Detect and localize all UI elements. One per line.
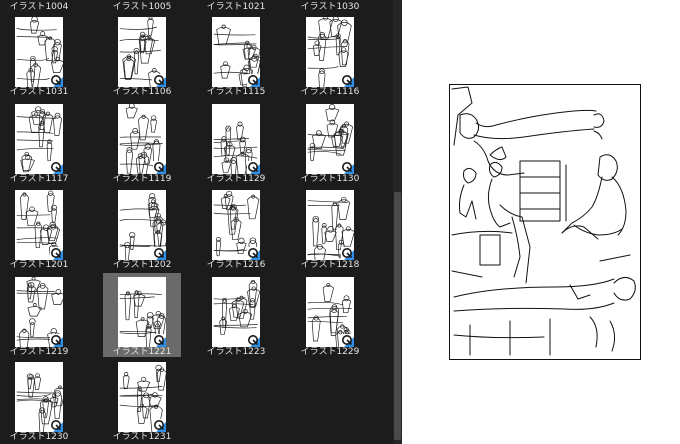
thumbnail-tile[interactable]: イラスト1106: [103, 17, 181, 99]
thumbnail-label: イラスト1130: [300, 174, 360, 184]
thumbnail-image: [306, 190, 354, 260]
thumbnail-tile[interactable]: イラスト1230: [0, 362, 78, 444]
thumbnail-image: [212, 190, 260, 260]
item-tile[interactable]: イラスト1021: [197, 0, 275, 14]
thumbnail-image: [212, 104, 260, 174]
thumbnail-label: イラスト1106: [112, 87, 172, 97]
thumbnail-label: イラスト1219: [9, 347, 69, 357]
thumbnail-label: イラスト1229: [300, 347, 360, 357]
thumbnail-label: イラスト1129: [206, 174, 266, 184]
clip-studio-asset-icon: [341, 247, 354, 260]
clip-studio-asset-icon: [247, 74, 260, 87]
thumbnail-tile[interactable]: イラスト1218: [291, 190, 369, 272]
clip-studio-asset-icon: [153, 419, 166, 432]
thumbnail-image: [306, 277, 354, 347]
clip-studio-asset-icon: [247, 334, 260, 347]
thumbnail-image: [15, 277, 63, 347]
thumbnail-tile[interactable]: イラスト1223: [197, 277, 275, 359]
clip-studio-asset-icon: [153, 74, 166, 87]
thumbnail-tile[interactable]: イラスト1201: [0, 190, 78, 272]
thumbnail-image: [118, 104, 166, 174]
clip-studio-asset-icon: [153, 247, 166, 260]
thumbnail-tile[interactable]: イラスト1031: [0, 17, 78, 99]
preview-pane: [402, 0, 680, 444]
clip-studio-asset-icon: [247, 247, 260, 260]
thumbnail-label: イラスト1221: [112, 347, 172, 357]
item-label: イラスト1005: [112, 2, 172, 12]
thumbnail-image: [15, 17, 63, 87]
thumbnail-tile[interactable]: イラスト1221: [103, 273, 181, 357]
item-tile[interactable]: イラスト1005: [103, 0, 181, 14]
thumbnail-tile[interactable]: イラスト1231: [103, 362, 181, 444]
thumbnail-tile[interactable]: イラスト1202: [103, 190, 181, 272]
thumbnail-tile[interactable]: イラスト1229: [291, 277, 369, 359]
clip-studio-asset-icon: [341, 161, 354, 174]
thumbnail-image: [118, 17, 166, 87]
thumbnail-image: [212, 277, 260, 347]
thumbnail-image: [15, 104, 63, 174]
preview-page: [449, 84, 641, 360]
scrollbar-thumb[interactable]: [394, 192, 401, 440]
thumbnail-tile[interactable]: イラスト1129: [197, 104, 275, 186]
clip-studio-asset-icon: [50, 74, 63, 87]
thumbnail-label: イラスト1230: [9, 432, 69, 442]
thumbnail-image: [15, 190, 63, 260]
thumbnail-label: イラスト1117: [9, 174, 69, 184]
thumbnail-image: [118, 277, 166, 347]
clip-studio-asset-icon: [50, 419, 63, 432]
thumbnail-tile[interactable]: イラスト1130: [291, 104, 369, 186]
thumbnail-label: イラスト1031: [9, 87, 69, 97]
clip-studio-asset-icon: [50, 334, 63, 347]
clip-studio-asset-icon: [50, 247, 63, 260]
item-tile[interactable]: イラスト1004: [0, 0, 78, 14]
clip-studio-asset-icon: [341, 74, 354, 87]
item-label: イラスト1021: [206, 2, 266, 12]
thumbnail-label: イラスト1119: [112, 174, 172, 184]
thumbnail-label: イラスト1223: [206, 347, 266, 357]
thumbnail-image: [306, 17, 354, 87]
thumbnail-label: イラスト1216: [206, 260, 266, 270]
thumbnail-tile[interactable]: イラスト1219: [0, 277, 78, 359]
thumbnail-tile[interactable]: イラスト1116: [291, 17, 369, 99]
item-label: イラスト1030: [300, 2, 360, 12]
thumbnail-image: [306, 104, 354, 174]
vertical-scrollbar[interactable]: [393, 0, 402, 444]
clip-studio-asset-icon: [153, 161, 166, 174]
thumbnail-tile[interactable]: イラスト1119: [103, 104, 181, 186]
thumbnail-tile[interactable]: イラスト1115: [197, 17, 275, 99]
thumbnail-image: [212, 17, 260, 87]
clip-studio-asset-icon: [153, 334, 166, 347]
clip-studio-asset-icon: [341, 334, 354, 347]
asset-browser: イラスト1004 イラスト1005 イラスト1021 イラスト1030 イラスト…: [0, 0, 402, 444]
item-label: イラスト1004: [9, 2, 69, 12]
clip-studio-asset-icon: [50, 161, 63, 174]
thumbnail-image: [118, 362, 166, 432]
thumbnail-tile[interactable]: イラスト1216: [197, 190, 275, 272]
thumbnail-label: イラスト1116: [300, 87, 360, 97]
thumbnail-label: イラスト1201: [9, 260, 69, 270]
thumbnail-tile[interactable]: イラスト1117: [0, 104, 78, 186]
thumbnail-label: イラスト1202: [112, 260, 172, 270]
item-tile[interactable]: イラスト1030: [291, 0, 369, 14]
thumbnail-image: [15, 362, 63, 432]
thumbnail-image: [118, 190, 166, 260]
clip-studio-asset-icon: [247, 161, 260, 174]
thumbnail-label: イラスト1115: [206, 87, 266, 97]
thumbnail-label: イラスト1218: [300, 260, 360, 270]
thumbnail-label: イラスト1231: [112, 432, 172, 442]
preview-illustration: [451, 86, 636, 356]
